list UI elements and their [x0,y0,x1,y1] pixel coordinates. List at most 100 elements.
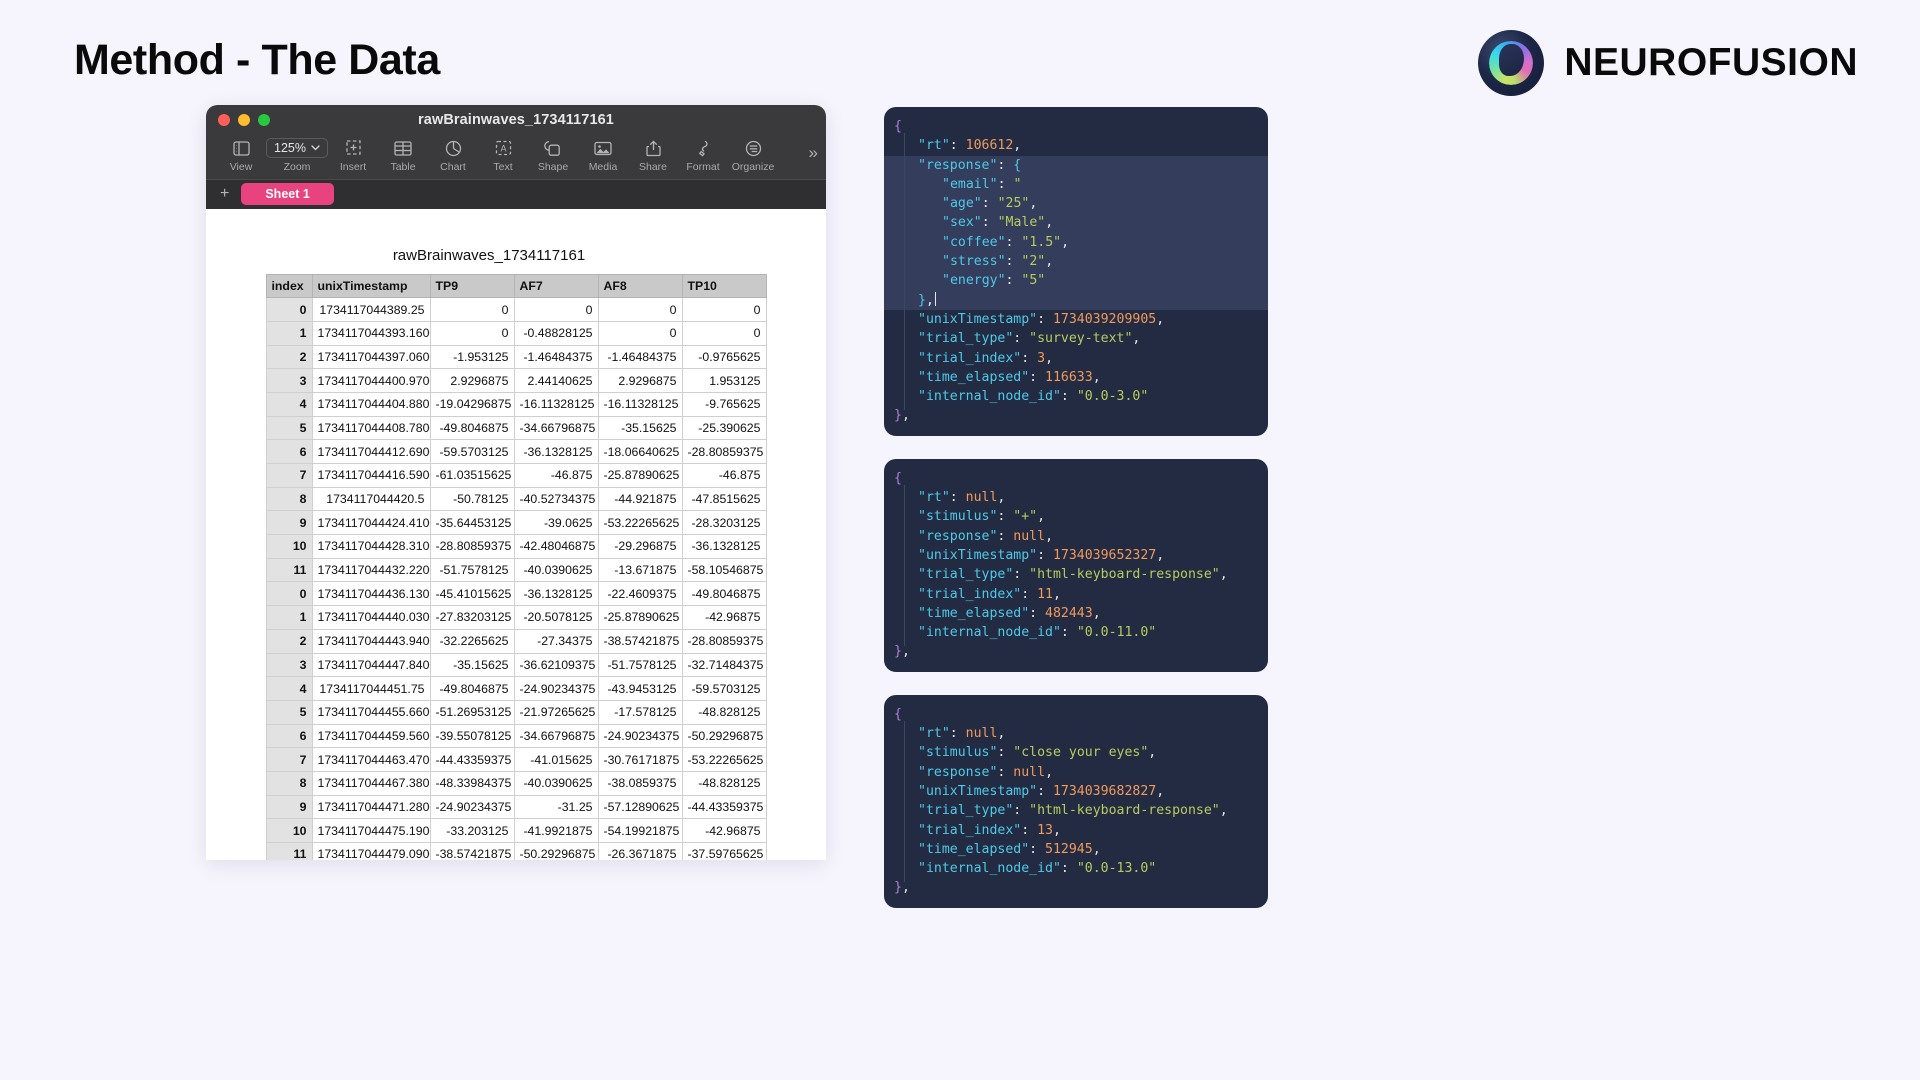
table-cell[interactable]: 1734117044389.25 [311,297,431,322]
table-cell[interactable]: -40.0390625 [513,557,599,583]
table-cell[interactable]: -36.1328125 [513,439,599,464]
table-cell[interactable]: 0 [513,297,599,322]
table-cell[interactable]: -16.11328125 [513,391,599,417]
table-cell[interactable]: 2.9296875 [597,368,683,393]
table-cell[interactable]: -36.62109375 [513,652,599,678]
close-button[interactable] [218,114,230,126]
row-index-cell[interactable]: 2 [265,344,313,370]
table-cell[interactable]: -35.15625 [597,415,683,441]
table-row[interactable]: 1 1734117044393.1600 0 -0.48828125 0 0 [265,320,767,346]
column-header-index[interactable]: index [265,273,313,299]
table-cell[interactable]: -53.22265625 [681,747,767,772]
table-row[interactable]: 5 1734117044408.7800 -49.8046875 -34.667968… [265,415,767,441]
table-row[interactable]: 5 1734117044455.6600 -51.26953125 -21.97265… [265,699,767,725]
table-cell[interactable]: 2.44140625 [513,368,599,393]
table-cell[interactable]: -59.5703125 [429,439,515,464]
table-cell[interactable]: 1734117044400.9700 [311,368,431,393]
toolbar-button-text[interactable]: A Text [478,137,528,173]
table-cell[interactable]: 0 [597,320,683,346]
table-cell[interactable]: 0 [681,320,767,346]
table-cell[interactable]: -51.26953125 [429,699,515,725]
row-index-cell[interactable]: 3 [265,652,313,678]
row-index-cell[interactable]: 8 [265,770,313,796]
json-card-trial-close-your-eyes[interactable]: {"rt": null, "stimulus": "close your eyes… [884,694,1268,908]
table-cell[interactable]: -38.0859375 [597,770,683,796]
table-cell[interactable]: -38.57421875 [597,628,683,654]
row-index-cell[interactable]: 9 [265,794,313,820]
table-cell[interactable]: -42.96875 [681,605,767,630]
table-cell[interactable]: -28.80859375 [429,534,515,559]
table-cell[interactable]: 1734117044397.0600 [311,344,431,370]
column-header-unixTimestamp[interactable]: unixTimestamp [311,273,431,299]
table-cell[interactable]: -44.43359375 [681,794,767,820]
row-index-cell[interactable]: 8 [265,486,313,512]
table-cell[interactable]: -25.87890625 [597,463,683,488]
row-index-cell[interactable]: 4 [265,676,313,701]
table-body[interactable]: 0 1734117044389.25 0 0 0 0 1 1734117044393.1600… [265,297,767,860]
table-cell[interactable]: -59.5703125 [681,676,767,701]
table-cell[interactable]: -13.671875 [597,557,683,583]
table-cell[interactable]: 1734117044412.6900 [311,439,431,464]
table-cell[interactable]: 0 [597,297,683,322]
table-cell[interactable]: -48.828125 [681,699,767,725]
zoom-select[interactable]: 125% [266,138,328,158]
table-cell[interactable]: -46.875 [681,463,767,488]
toolbar-button-shape[interactable]: Shape [528,137,578,173]
table-cell[interactable]: 1734117044404.880 [311,391,431,417]
table-row[interactable]: 4 1734117044404.880 -19.04296875 -16.113281… [265,391,767,417]
table-cell[interactable]: 1734117044479.0900 [311,842,431,860]
table-cell[interactable]: -0.9765625 [681,344,767,370]
table-cell[interactable]: -26.3671875 [597,842,683,860]
table-cell[interactable]: -19.04296875 [429,391,515,417]
row-index-cell[interactable]: 2 [265,628,313,654]
table-cell[interactable]: -28.80859375 [681,628,767,654]
table-cell[interactable]: -51.7578125 [429,557,515,583]
row-index-cell[interactable]: 1 [265,605,313,630]
table-cell[interactable]: -9.765625 [681,391,767,417]
table-cell[interactable]: -50.29296875 [513,842,599,860]
table-cell[interactable]: -27.34375 [513,628,599,654]
table-cell[interactable]: -22.4609375 [597,581,683,607]
table-cell[interactable]: 1.953125 [681,368,767,393]
json-card-trial-survey-text[interactable]: {"rt": 106612, "response": {"email": " "ag… [884,107,1268,436]
table-cell[interactable]: -38.57421875 [429,842,515,860]
table-cell[interactable]: -47.8515625 [681,486,767,512]
table-cell[interactable]: -24.90234375 [429,794,515,820]
toolbar-overflow-icon[interactable]: » [809,143,819,163]
table-row[interactable]: 3 1734117044447.8400 -35.15625 -36.62109375… [265,652,767,678]
table-cell[interactable]: -29.296875 [597,534,683,559]
toolbar-button-organize[interactable]: Organize [728,137,778,173]
table-cell[interactable]: -51.7578125 [597,652,683,678]
table-cell[interactable]: 1734117044467.380 [311,770,431,796]
column-header-TP9[interactable]: TP9 [429,273,515,299]
table-cell[interactable]: -48.33984375 [429,770,515,796]
table-cell[interactable]: -25.87890625 [597,605,683,630]
table-row[interactable]: 9 1734117044471.2800 -24.90234375 -31.25 -57… [265,794,767,820]
column-header-TP10[interactable]: TP10 [681,273,767,299]
row-index-cell[interactable]: 9 [265,510,313,536]
table-cell[interactable]: -1.46484375 [597,344,683,370]
table-cell[interactable]: -40.52734375 [513,486,599,512]
table-row[interactable]: 2 1734117044397.0600 -1.953125 -1.46484375-… [265,344,767,370]
table-row[interactable]: 9 1734117044424.4100 -35.64453125 -39.0625-… [265,510,767,536]
table-cell[interactable]: -58.10546875 [681,557,767,583]
table-cell[interactable]: -37.59765625 [681,842,767,860]
table-cell[interactable]: -31.25 [513,794,599,820]
table-row[interactable]: 6 1734117044412.6900 -59.5703125 -36.132812… [265,439,767,464]
table-cell[interactable]: -45.41015625 [429,581,515,607]
toolbar-button-table[interactable]: Table [378,137,428,173]
table-row[interactable]: 0 1734117044389.25 0 0 0 0 [265,297,767,322]
column-header-AF7[interactable]: AF7 [513,273,599,299]
toolbar-button-zoom[interactable]: 125% Zoom [266,137,328,173]
toolbar-button-view[interactable]: View [216,137,266,173]
row-index-cell[interactable]: 7 [265,747,313,772]
table-cell[interactable]: -35.15625 [429,652,515,678]
row-index-cell[interactable]: 3 [265,368,313,393]
table-row[interactable]: 8 1734117044420.5 -50.78125 -40.52734375 -44… [265,486,767,512]
data-table[interactable]: index unixTimestamp TP9 AF7 AF8 TP10 0 1734117… [265,273,767,860]
table-cell[interactable]: -16.11328125 [597,391,683,417]
table-row[interactable]: 8 1734117044467.380 -48.33984375 -40.039062… [265,770,767,796]
table-cell[interactable]: -48.828125 [681,770,767,796]
table-cell[interactable]: -50.78125 [429,486,515,512]
table-row[interactable]: 1 1734117044440.0300 -27.83203125 -20.50781… [265,605,767,630]
